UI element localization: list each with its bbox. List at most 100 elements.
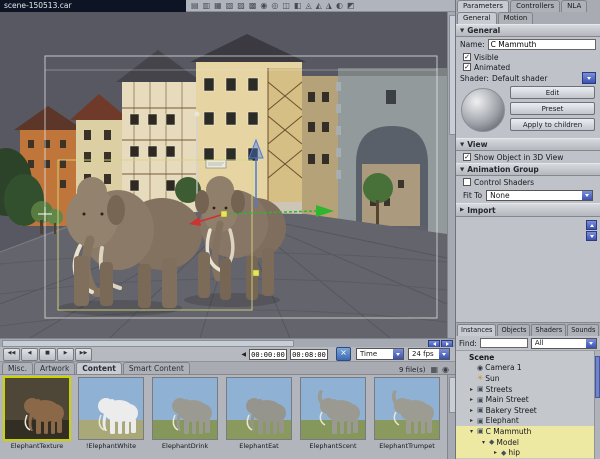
- animated-checkbox[interactable]: ✓: [463, 63, 471, 71]
- chevron-down-icon[interactable]: [393, 349, 403, 359]
- step-forward-button[interactable]: ▶▶: [75, 347, 92, 361]
- tree-item-scene[interactable]: Scene: [456, 352, 600, 363]
- tab-parameters[interactable]: Parameters: [457, 0, 510, 12]
- expander-icon[interactable]: ▸: [468, 396, 475, 403]
- grid-view-icon[interactable]: ▦: [430, 365, 438, 374]
- thumbnail-elephant-white[interactable]: !ElephantWhite: [76, 377, 146, 459]
- thumbnail-image[interactable]: [3, 376, 71, 441]
- thumbnail-image[interactable]: [226, 377, 292, 440]
- browser-menu-icon[interactable]: ◉: [442, 365, 449, 374]
- tree-item-elephant[interactable]: ▸ ▣ Elephant: [456, 416, 600, 427]
- fit-to-dropdown[interactable]: None: [486, 190, 593, 201]
- edit-shader-button[interactable]: Edit: [510, 86, 595, 99]
- preview-render-icon[interactable]: ◐: [336, 1, 343, 11]
- end-time-field[interactable]: 00:08:00: [290, 348, 328, 360]
- play-button[interactable]: ▶: [57, 347, 74, 361]
- tab-content[interactable]: Content: [76, 362, 122, 374]
- viewport-3d[interactable]: [0, 12, 447, 338]
- thumbnail-image[interactable]: [152, 377, 218, 440]
- camera-view-icon[interactable]: ◉: [260, 1, 267, 11]
- tab-smart-content[interactable]: Smart Content: [122, 362, 190, 374]
- prev-keyframe-icon[interactable]: ◀: [241, 351, 246, 358]
- step-back-button[interactable]: ◀: [21, 347, 38, 361]
- thumbnail-image[interactable]: [78, 377, 144, 440]
- time-mode-dropdown[interactable]: Time: [356, 348, 404, 360]
- wireframe-mode-icon[interactable]: ▤: [191, 1, 199, 11]
- viewport-vertical-scrollbar[interactable]: [447, 12, 456, 338]
- stop-button[interactable]: ■: [39, 347, 56, 361]
- tree-item-hip[interactable]: ▸ ◆ hip: [456, 447, 600, 458]
- tree-scroll-thumb[interactable]: [595, 356, 600, 398]
- tab-nla[interactable]: NLA: [561, 0, 588, 12]
- reference-grid-icon[interactable]: ◫: [282, 1, 290, 11]
- general-section-header[interactable]: ▼ General: [456, 24, 600, 37]
- scene-options-icon[interactable]: ◩: [347, 1, 355, 11]
- name-input[interactable]: [487, 39, 596, 50]
- browser-scrollbar[interactable]: [447, 375, 456, 459]
- tab-sounds[interactable]: Sounds: [567, 324, 600, 336]
- thumbnail-image[interactable]: [300, 377, 366, 440]
- fps-dropdown[interactable]: 24 fps: [408, 348, 450, 360]
- timeline-x-button[interactable]: ×: [336, 347, 351, 361]
- phong-shading-mode-icon[interactable]: ▨: [237, 1, 245, 11]
- scroll-up-arrow-icon[interactable]: [586, 220, 597, 230]
- tree-scrollbar[interactable]: [594, 351, 600, 459]
- gouraud-shading-mode-icon[interactable]: ▧: [226, 1, 234, 11]
- filter-dropdown[interactable]: All: [530, 337, 597, 349]
- horizontal-scroll-thumb[interactable]: [2, 340, 294, 347]
- chevron-down-icon[interactable]: [439, 349, 449, 359]
- view-section-header[interactable]: ▼ View: [456, 138, 600, 151]
- shader-preview-ball[interactable]: [461, 88, 505, 132]
- tree-item-model[interactable]: ▾ ◆ Model: [456, 436, 600, 448]
- tab-controllers[interactable]: Controllers: [510, 0, 561, 12]
- expander-icon[interactable]: ▸: [468, 407, 475, 414]
- import-section-header[interactable]: ▶ Import: [456, 203, 600, 217]
- thumbnail-elephant-drink[interactable]: ElephantDrink: [150, 377, 220, 459]
- expander-icon[interactable]: ▸: [492, 449, 499, 456]
- tree-item-sun[interactable]: ☀ Sun: [456, 373, 600, 384]
- chevron-down-icon[interactable]: [586, 338, 596, 348]
- preset-button[interactable]: Preset: [510, 102, 595, 115]
- chevron-down-icon[interactable]: [582, 191, 592, 200]
- tree-item-c-mammuth[interactable]: ▾ ▣ C Mammuth: [456, 426, 600, 437]
- tree-item-camera-1[interactable]: ◉ Camera 1: [456, 363, 600, 374]
- tree-item-main-street[interactable]: ▸ ▣ Main Street: [456, 394, 600, 405]
- current-time-field[interactable]: 00:00:00: [249, 348, 287, 360]
- find-input[interactable]: [479, 338, 528, 348]
- control-shaders-checkbox[interactable]: [463, 178, 471, 186]
- tree-item-streets[interactable]: ▸ ▣ Streets: [456, 384, 600, 395]
- thumbnail-elephant-trumpet[interactable]: ElephantTrumpet: [372, 377, 442, 459]
- rewind-button[interactable]: ◀◀: [3, 347, 20, 361]
- scroll-down-arrow-icon[interactable]: [586, 231, 597, 241]
- lit-wireframe-mode-icon[interactable]: ▥: [203, 1, 211, 11]
- show-object-checkbox[interactable]: ✓: [463, 153, 471, 161]
- tab-shaders[interactable]: Shaders: [531, 324, 567, 336]
- visible-checkbox[interactable]: ✓: [463, 53, 471, 61]
- flat-shading-mode-icon[interactable]: ▦: [214, 1, 222, 11]
- viewport-horizontal-scrollbar[interactable]: [0, 338, 455, 348]
- quality-low-shield-icon[interactable]: ◬: [305, 1, 311, 11]
- quality-high-shield-icon[interactable]: ◮: [326, 1, 332, 11]
- tab-general[interactable]: General: [457, 12, 497, 24]
- apply-to-children-button[interactable]: Apply to children: [510, 118, 595, 131]
- expander-icon[interactable]: ▾: [468, 428, 475, 435]
- thumbnail-image[interactable]: [374, 377, 440, 440]
- expander-icon[interactable]: ▾: [480, 439, 487, 446]
- tree-item-bakery-street[interactable]: ▸ ▣ Bakery Street: [456, 405, 600, 416]
- thumbnail-elephant-texture[interactable]: ElephantTexture: [2, 376, 72, 459]
- tab-objects[interactable]: Objects: [497, 324, 531, 336]
- expander-icon[interactable]: ▸: [468, 386, 475, 393]
- directors-camera-icon[interactable]: ◎: [271, 1, 278, 11]
- shader-dropdown-button[interactable]: [582, 72, 596, 84]
- tab-artwork[interactable]: Artwork: [33, 362, 76, 374]
- expander-icon[interactable]: ▸: [468, 417, 475, 424]
- tab-motion[interactable]: Motion: [497, 12, 534, 24]
- quality-medium-shield-icon[interactable]: ◭: [316, 1, 322, 11]
- tab-misc[interactable]: Misc.: [2, 362, 33, 374]
- production-frame-icon[interactable]: ◧: [294, 1, 302, 11]
- tab-instances[interactable]: Instances: [457, 324, 497, 336]
- animation-group-section-header[interactable]: ▼ Animation Group: [456, 163, 600, 176]
- thumbnail-elephant-scent[interactable]: ElephantScent: [298, 377, 368, 459]
- thumbnail-elephant-eat[interactable]: ElephantEat: [224, 377, 294, 459]
- textured-mode-icon[interactable]: ▩: [249, 1, 257, 11]
